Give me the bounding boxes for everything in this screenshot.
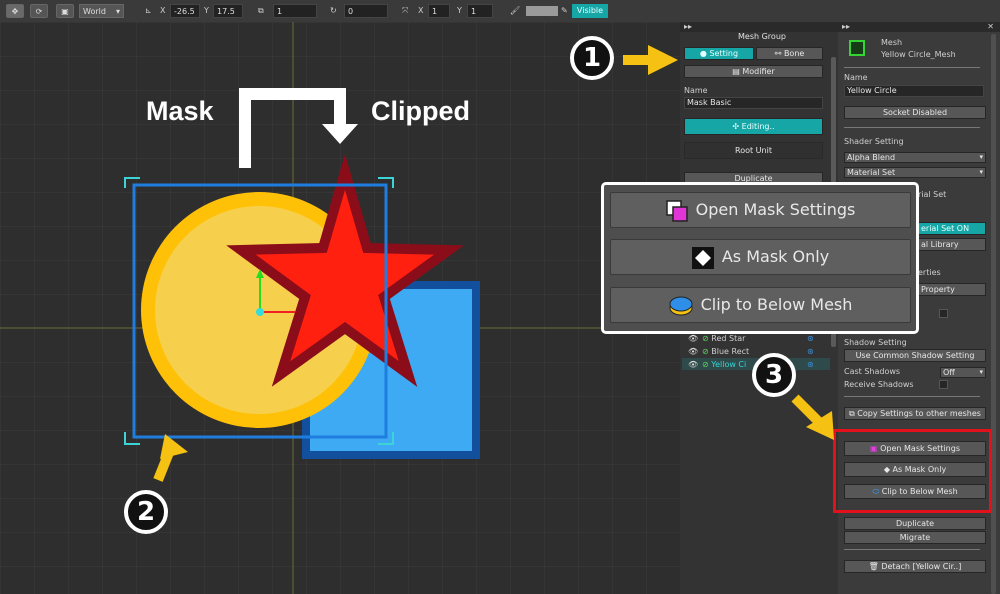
- callout-3: 3: [752, 353, 796, 397]
- callout-1: 1: [570, 36, 614, 80]
- callout-2: 2: [124, 490, 168, 534]
- callout-3-arrow: [791, 394, 822, 425]
- callout-1-arrowhead: [648, 45, 678, 75]
